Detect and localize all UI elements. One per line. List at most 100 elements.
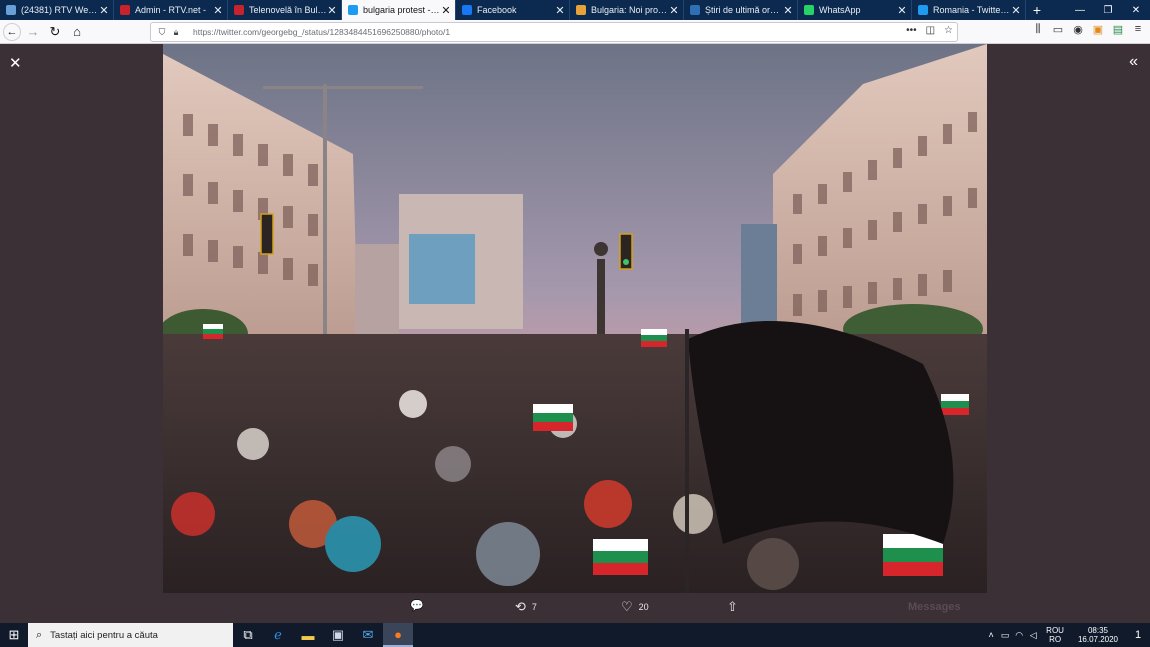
- keyboard-layout: RO: [1049, 635, 1062, 644]
- clock[interactable]: 08:35 16.07.2020: [1078, 626, 1118, 644]
- mail-icon[interactable]: ✉: [353, 623, 383, 647]
- account-icon[interactable]: ◉: [1072, 23, 1084, 36]
- browser-tab[interactable]: bulgaria protest - Twitte✕: [342, 0, 456, 20]
- tab-title: Facebook: [477, 5, 517, 15]
- tab-title: Romania - Twitter Search: [933, 5, 1011, 15]
- clock-time: 08:35: [1087, 626, 1108, 635]
- tab-favicon-icon: [690, 5, 700, 15]
- bookmark-star-icon[interactable]: ☆: [944, 25, 953, 36]
- browser-tab[interactable]: Știri de ultimă oră - Agen✕: [684, 0, 798, 20]
- restore-button[interactable]: ❐: [1094, 0, 1122, 20]
- tab-favicon-icon: [462, 5, 472, 15]
- tab-title: Telenovelă în Bulgaria. P: [249, 5, 327, 15]
- tweet-photo[interactable]: [163, 44, 987, 593]
- extension-icon[interactable]: ▤: [1112, 23, 1124, 36]
- store-icon[interactable]: ▣: [323, 623, 353, 647]
- tab-title: WhatsApp: [819, 5, 861, 15]
- like-button[interactable]: ♡ 20: [621, 599, 649, 615]
- tab-close-icon[interactable]: ✕: [441, 4, 451, 17]
- tab-strip: (24381) RTV Webmail :: I✕Admin - RTV.net…: [0, 0, 1026, 20]
- browser-tab[interactable]: (24381) RTV Webmail :: I✕: [0, 0, 114, 20]
- forward-button[interactable]: →: [23, 22, 43, 42]
- volume-icon[interactable]: ◁: [1026, 630, 1040, 641]
- messages-drawer-label[interactable]: Messages: [908, 601, 961, 613]
- clock-date: 16.07.2020: [1077, 635, 1118, 644]
- browser-tab[interactable]: Romania - Twitter Search✕: [912, 0, 1026, 20]
- tab-close-icon[interactable]: ✕: [669, 4, 679, 17]
- library-icon[interactable]: ⫼: [1032, 23, 1044, 36]
- lock-icon[interactable]: 🔒︎: [169, 27, 183, 38]
- taskbar-search-box[interactable]: ⌕ Tastați aici pentru a căuta: [28, 623, 233, 647]
- toolbar-icons: ⫼ ▭ ◉ ▣ ▤ ≡: [1032, 23, 1144, 36]
- tab-favicon-icon: [918, 5, 928, 15]
- url-text[interactable]: https://twitter.com/georgebg_/status/128…: [193, 27, 450, 37]
- menu-icon[interactable]: ≡: [1132, 23, 1144, 36]
- firefox-icon[interactable]: ●: [383, 623, 413, 647]
- windows-taskbar: ⊞ ⌕ Tastați aici pentru a căuta ⧉ ℯ ▬ ▣ …: [0, 623, 1150, 647]
- new-tab-button[interactable]: +: [1026, 0, 1048, 20]
- tab-title: Admin - RTV.net -: [135, 5, 207, 15]
- minimize-button[interactable]: —: [1066, 0, 1094, 20]
- extension-icon[interactable]: ▣: [1092, 23, 1104, 36]
- search-placeholder: Tastați aici pentru a căuta: [50, 629, 158, 641]
- edge-browser-icon[interactable]: ℯ: [263, 623, 293, 647]
- page-actions-icon[interactable]: •••: [906, 25, 917, 36]
- notification-count: 1: [1134, 629, 1142, 641]
- reply-button[interactable]: 💬: [410, 599, 424, 612]
- share-icon: ⇧: [727, 599, 738, 614]
- tab-title: bulgaria protest - Twitte: [363, 5, 441, 15]
- language-code: ROU: [1046, 626, 1064, 635]
- tab-close-icon[interactable]: ✕: [213, 4, 223, 17]
- browser-tab[interactable]: Admin - RTV.net - ✕: [114, 0, 228, 20]
- browser-tab[interactable]: Facebook ✕: [456, 0, 570, 20]
- navigation-bar: ← → ↻ ⌂ ⛉ 🔒︎ https://twitter.com/georgeb…: [0, 20, 1150, 44]
- tab-close-icon[interactable]: ✕: [555, 4, 565, 17]
- tab-favicon-icon: [576, 5, 586, 15]
- tab-favicon-icon: [348, 5, 358, 15]
- reply-icon: 💬: [410, 600, 424, 612]
- search-icon: ⌕: [36, 628, 43, 641]
- system-tray: ˄ ▭ ◠ ◁ ROU RO 08:35 16.07.2020 1: [984, 623, 1150, 647]
- tab-close-icon[interactable]: ✕: [1011, 4, 1021, 17]
- tweet-actions-bar: Messages 💬 ⟲ 7 ♡ 20 ⇧: [0, 597, 1150, 619]
- tab-close-icon[interactable]: ✕: [99, 4, 109, 17]
- photo-viewer: ✕ « Messages 💬 ⟲ 7 ♡ 20 ⇧: [0, 44, 1150, 624]
- home-button[interactable]: ⌂: [67, 22, 87, 42]
- browser-tab[interactable]: Bulgaria: Noi proteste d✕: [570, 0, 684, 20]
- sidebar-icon[interactable]: ▭: [1052, 23, 1064, 36]
- retweet-button[interactable]: ⟲ 7: [515, 599, 537, 615]
- shield-icon[interactable]: ⛉: [155, 27, 169, 38]
- heart-icon: ♡: [621, 599, 633, 614]
- notification-center-icon[interactable]: 1: [1126, 629, 1150, 641]
- network-icon[interactable]: ▭: [998, 630, 1012, 641]
- tab-title: (24381) RTV Webmail :: I: [21, 5, 99, 15]
- like-count: 20: [638, 602, 649, 612]
- retweet-count: 7: [531, 602, 537, 612]
- window-controls: — ❐ ✕: [1066, 0, 1150, 20]
- pocket-icon[interactable]: ◫: [926, 25, 935, 36]
- browser-tab[interactable]: Telenovelă în Bulgaria. P✕: [228, 0, 342, 20]
- tab-favicon-icon: [120, 5, 130, 15]
- chevron-up-icon[interactable]: ˄: [984, 630, 998, 640]
- tab-close-icon[interactable]: ✕: [897, 4, 907, 17]
- close-icon[interactable]: ✕: [9, 54, 22, 72]
- tab-title: Bulgaria: Noi proteste d: [591, 5, 669, 15]
- collapse-panel-icon[interactable]: «: [1129, 53, 1138, 71]
- tab-favicon-icon: [804, 5, 814, 15]
- wifi-icon[interactable]: ◠: [1012, 630, 1026, 641]
- tab-close-icon[interactable]: ✕: [783, 4, 793, 17]
- tab-favicon-icon: [234, 5, 244, 15]
- share-button[interactable]: ⇧: [727, 599, 738, 615]
- protest-photo-illustration: [163, 44, 987, 593]
- back-button[interactable]: ←: [3, 22, 21, 41]
- tab-close-icon[interactable]: ✕: [327, 4, 337, 17]
- file-explorer-icon[interactable]: ▬: [293, 623, 323, 647]
- address-bar[interactable]: ⛉ 🔒︎ https://twitter.com/georgebg_/statu…: [150, 22, 958, 42]
- language-indicator[interactable]: ROU RO: [1046, 626, 1064, 644]
- browser-tab[interactable]: WhatsApp ✕: [798, 0, 912, 20]
- task-view-icon[interactable]: ⧉: [233, 623, 263, 647]
- reload-button[interactable]: ↻: [45, 22, 65, 42]
- start-button[interactable]: ⊞: [0, 623, 28, 647]
- close-window-button[interactable]: ✕: [1122, 0, 1150, 20]
- tab-title: Știri de ultimă oră - Agen: [705, 5, 783, 15]
